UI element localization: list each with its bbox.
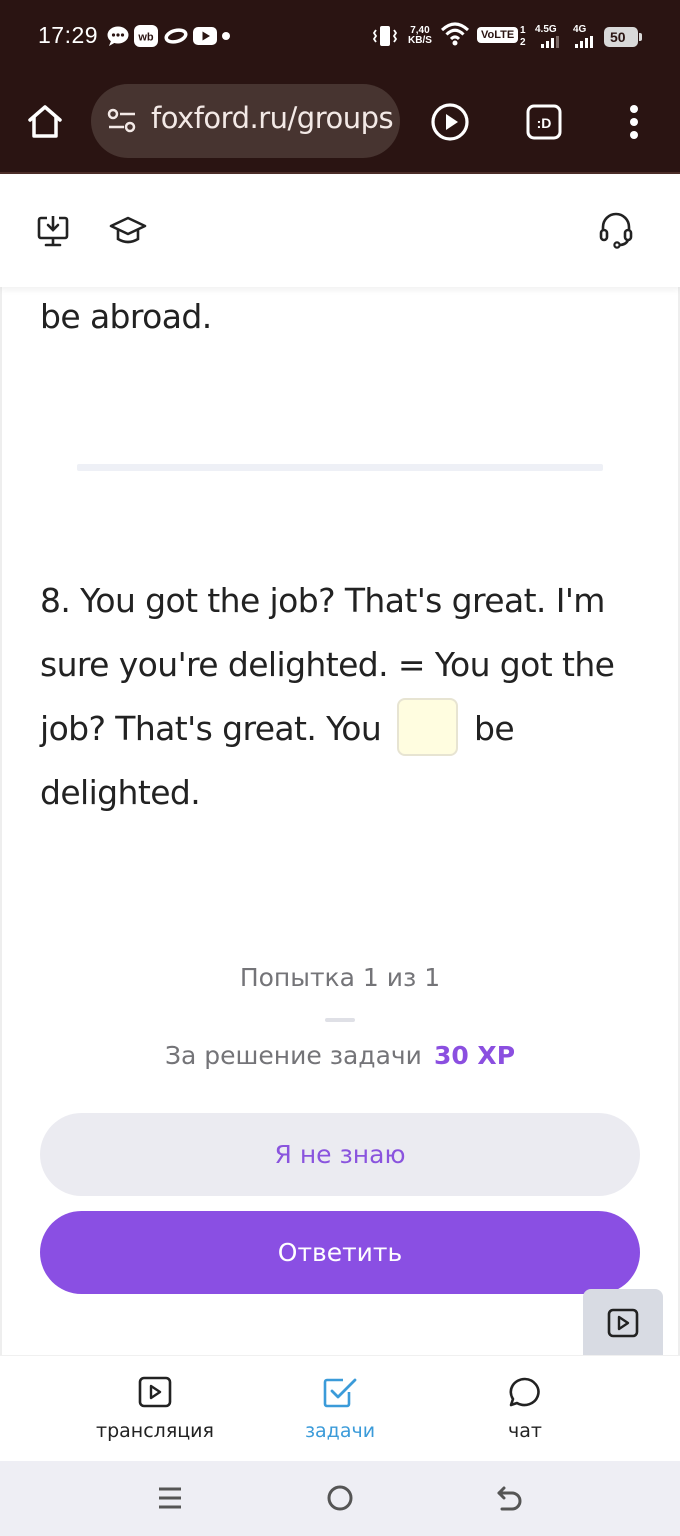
tab-switcher-label: :D <box>537 115 552 131</box>
home-circle-icon[interactable] <box>324 1481 356 1515</box>
tab-switcher-icon[interactable]: :D <box>524 102 564 142</box>
reward-xp: 30 XP <box>433 1041 516 1070</box>
dont-know-button[interactable]: Я не знаю <box>40 1113 640 1196</box>
checkbox-icon <box>323 1376 357 1412</box>
chat-bubble-icon <box>107 24 129 48</box>
battery-indicator: 50 <box>604 27 642 47</box>
browser-toolbar: foxford.ru/groups :D <box>0 74 680 174</box>
wifi-icon <box>440 22 470 46</box>
menu-icon[interactable] <box>155 1481 185 1515</box>
reward-label: За решение задачи <box>164 1041 422 1070</box>
graduation-cap-icon[interactable] <box>108 214 148 248</box>
wb-app-icon: wb <box>134 24 158 48</box>
vibrate-icon <box>372 24 398 48</box>
site-header <box>0 176 680 287</box>
signal-2-label: 4G <box>573 24 587 35</box>
net-speed: 7,40 KB/S <box>408 26 432 46</box>
signal-1-icon <box>540 36 560 48</box>
floating-player-button[interactable] <box>583 1289 663 1355</box>
status-time: 17:29 <box>38 22 99 48</box>
chat-icon <box>508 1376 542 1412</box>
nav-item-chat[interactable]: чат <box>435 1376 615 1442</box>
nav-label-chat: чат <box>508 1420 542 1442</box>
youtube-icon <box>193 24 217 48</box>
status-bar: 17:29 wb 7,40 KB/S VoLTE 1 2 4.5G 4G 50 <box>0 0 680 74</box>
site-settings-icon[interactable] <box>107 108 137 134</box>
nav-item-broadcast[interactable]: трансляция <box>65 1376 245 1442</box>
sim-1-mark: 1 <box>520 25 526 36</box>
attempt-counter: Попытка 1 из 1 <box>239 963 441 992</box>
question-8: 8. You got the job? That's great. I'm su… <box>40 569 640 825</box>
url-text: foxford.ru/groups <box>151 101 394 135</box>
reward-line: За решение задачи 30 XP <box>0 1041 680 1070</box>
download-monitor-icon[interactable] <box>34 212 72 250</box>
dot-icon <box>221 24 231 48</box>
headset-support-icon[interactable] <box>596 210 636 250</box>
nav-label-broadcast: трансляция <box>96 1420 214 1442</box>
answer-input[interactable] <box>397 697 459 756</box>
previous-question-tail: be abroad. <box>40 297 212 336</box>
signal-2-icon <box>574 36 596 48</box>
sim-2-mark: 2 <box>520 37 526 48</box>
address-bar[interactable]: foxford.ru/groups <box>91 84 400 158</box>
svg-text:wb: wb <box>137 32 154 44</box>
bottom-nav: трансляция задачи чат <box>0 1355 680 1461</box>
ring-icon <box>163 24 189 48</box>
signal-1-label: 4.5G <box>535 24 557 35</box>
volte-badge: VoLTE <box>477 27 519 43</box>
play-square-icon <box>138 1376 172 1412</box>
back-icon[interactable] <box>494 1481 526 1515</box>
attempt-indicator <box>325 1018 355 1022</box>
nav-label-tasks: задачи <box>304 1420 376 1442</box>
task-content: be abroad. 8. You got the job? That's gr… <box>0 287 680 1355</box>
system-navigation-bar <box>0 1461 680 1536</box>
question-text-part1: 8. You got the job? That's great. I'm su… <box>40 581 615 748</box>
net-speed-unit: KB/S <box>408 35 432 46</box>
play-square-icon <box>607 1308 639 1342</box>
home-icon[interactable] <box>24 100 66 142</box>
more-menu-icon[interactable] <box>622 102 646 142</box>
nav-item-tasks[interactable]: задачи <box>250 1376 430 1442</box>
play-circle-icon[interactable] <box>428 100 472 144</box>
answer-button[interactable]: Ответить <box>40 1211 640 1294</box>
question-divider <box>77 464 603 471</box>
